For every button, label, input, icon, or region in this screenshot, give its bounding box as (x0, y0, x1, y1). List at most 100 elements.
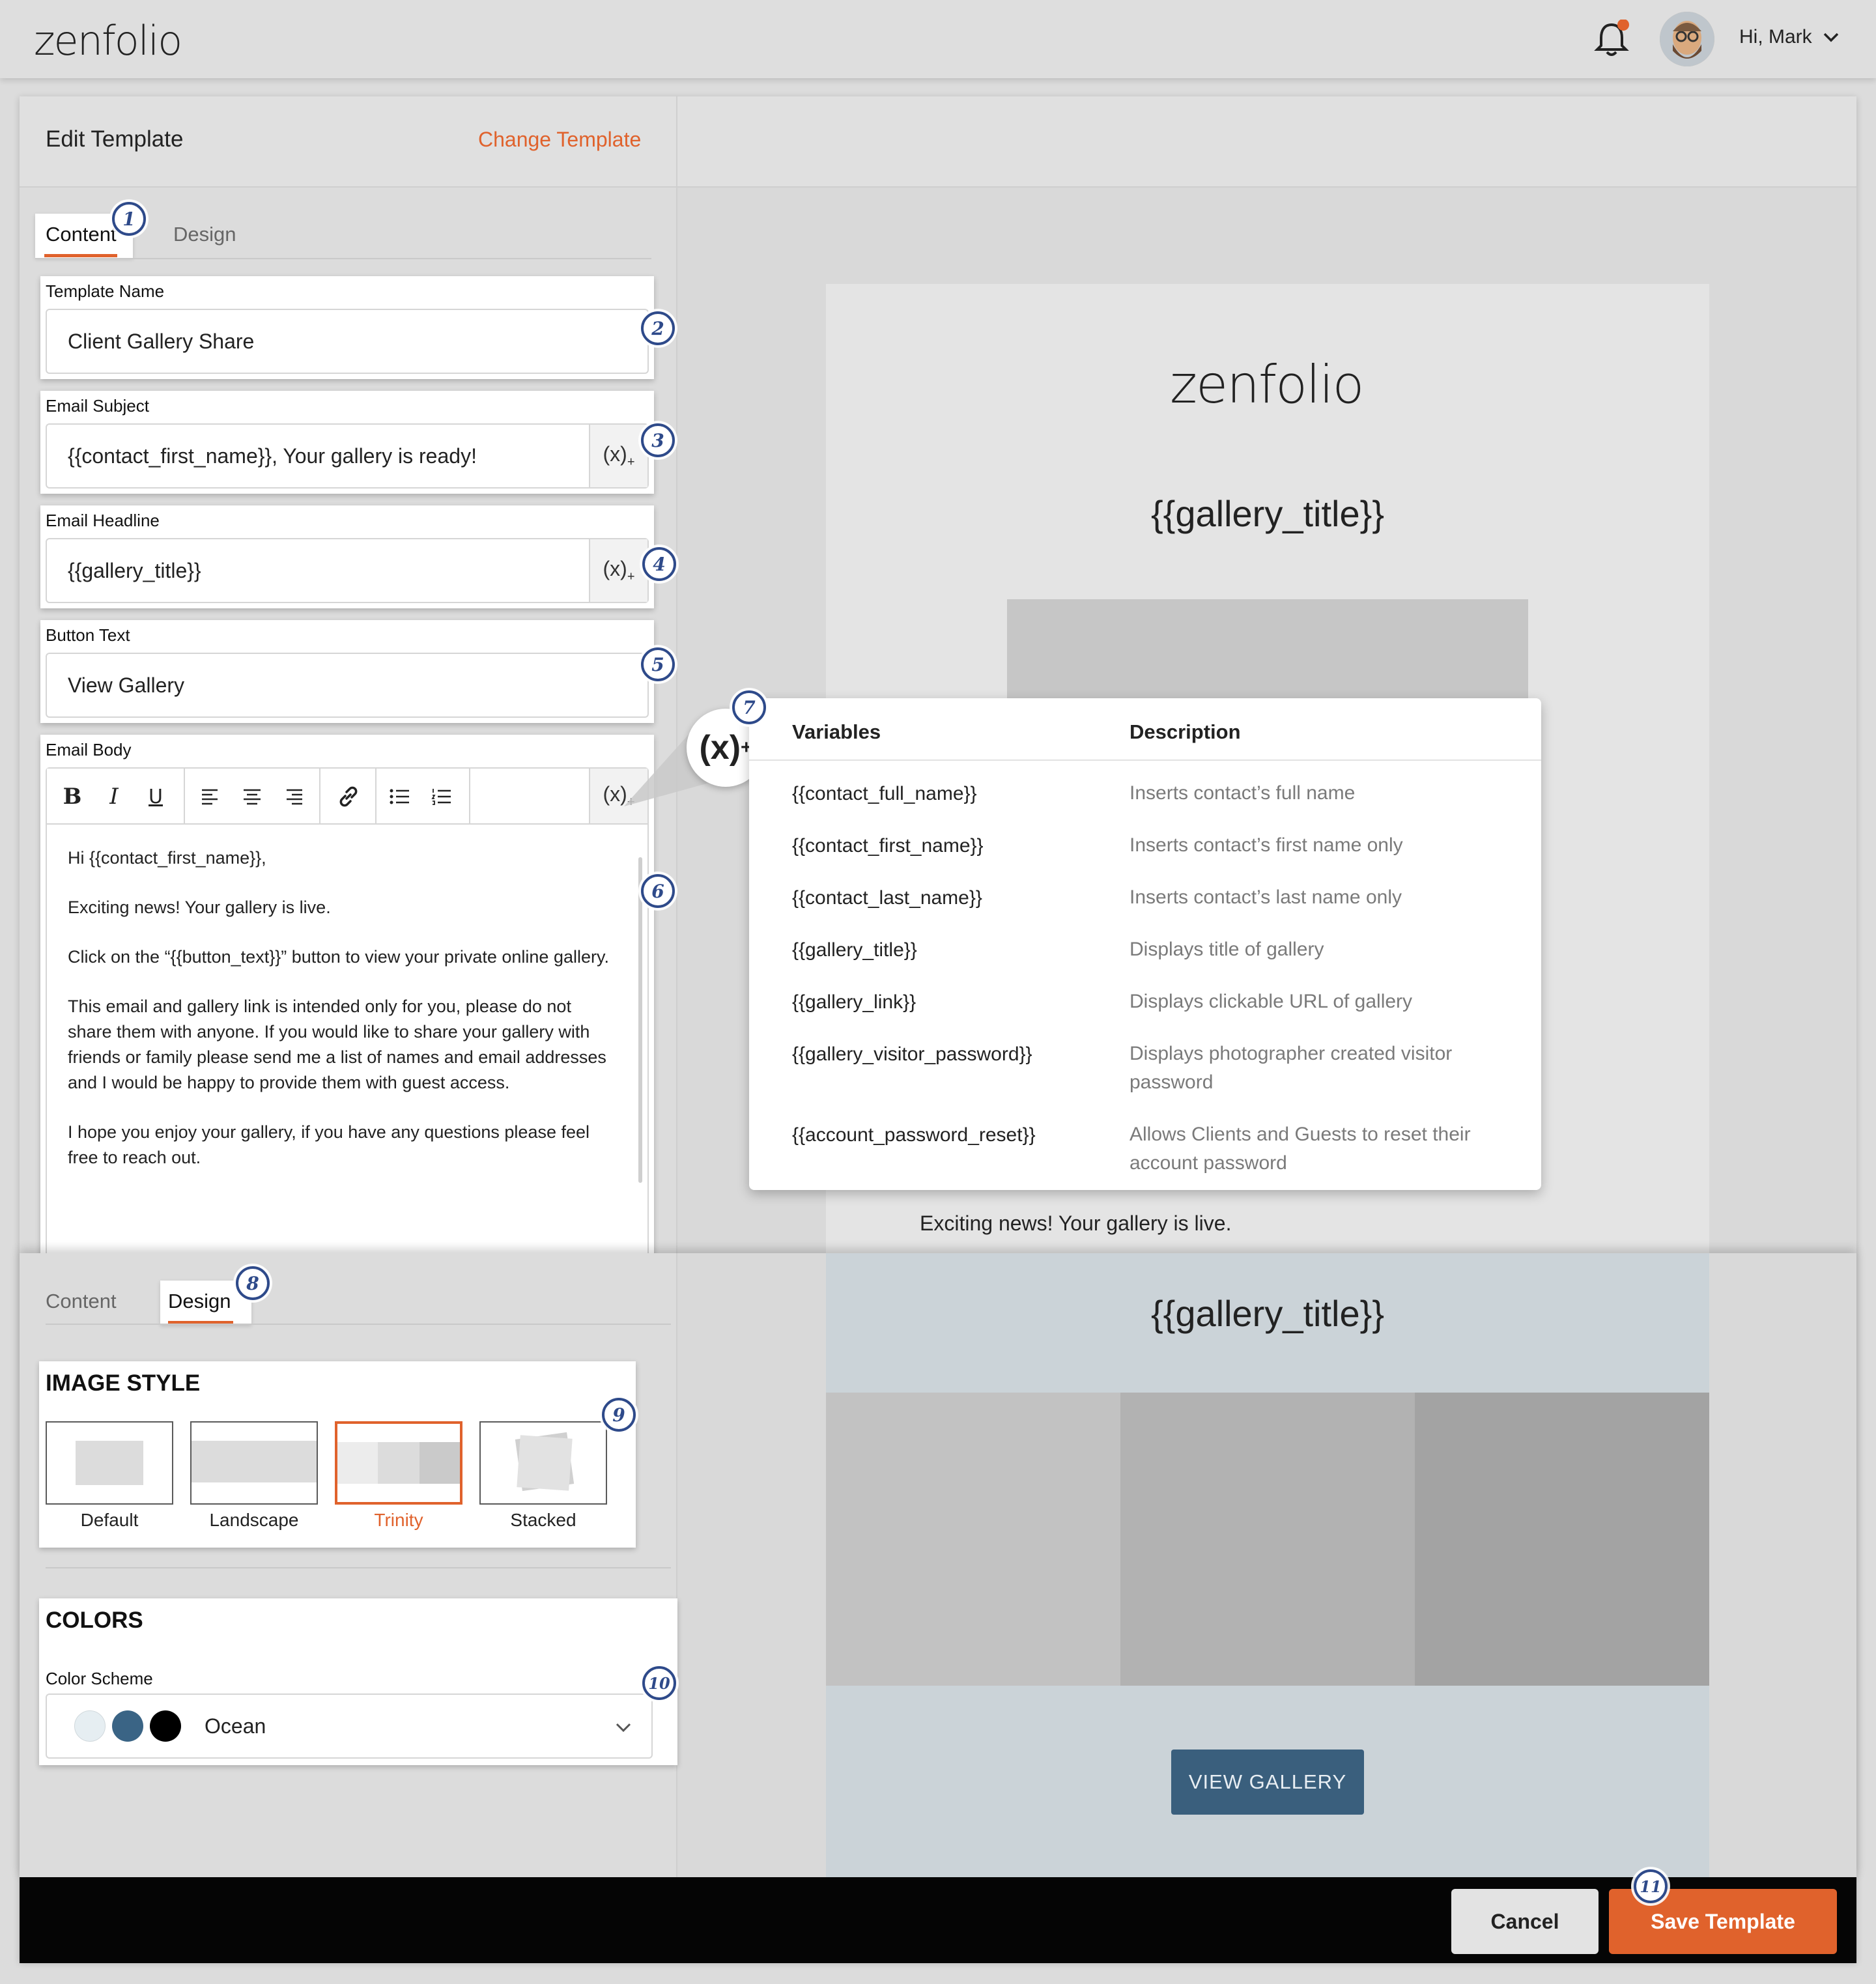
variable-desc: Displays title of gallery (1130, 939, 1324, 960)
style-label-selected: Trinity (374, 1510, 423, 1530)
section-divider (46, 1567, 671, 1568)
view-gallery-button[interactable]: VIEW GALLERY (1171, 1750, 1364, 1815)
tab-content-label: Content (46, 223, 117, 246)
variable-name: {{contact_last_name}} (792, 887, 982, 909)
preview-headline-2: {{gallery_title}} (1150, 1293, 1385, 1334)
default-thumb-shape (76, 1441, 143, 1485)
callout-9: 9 (602, 1398, 636, 1432)
callout-5: 5 (641, 647, 675, 681)
landscape-thumb-shape (192, 1441, 317, 1482)
button-text-card: Button Text View Gallery (40, 620, 654, 723)
variable-desc: Displays photographer created visitor pa… (1130, 1043, 1453, 1093)
align-center-icon[interactable] (242, 788, 262, 808)
numbered-list-icon[interactable] (431, 788, 452, 808)
tab-content-2[interactable]: Content (46, 1290, 117, 1313)
preview-image-placeholder (1007, 599, 1528, 703)
col-variables-header: Variables (792, 720, 881, 743)
variable-name: {{gallery_link}} (792, 991, 917, 1013)
body-paragraph: I hope you enjoy your gallery, if you ha… (68, 1122, 590, 1167)
email-body-editor: B I U (x) Hi {{contact_first_name}}, Exc… (46, 767, 649, 1256)
avatar[interactable] (1660, 12, 1714, 66)
style-option-landscape[interactable]: Landscape (190, 1421, 318, 1545)
preview-headline: {{gallery_title}} (1150, 493, 1385, 534)
insert-variable-button[interactable]: (x)+ (589, 425, 647, 487)
user-greeting[interactable]: Hi, Mark (1739, 26, 1840, 48)
style-option-trinity[interactable]: Trinity (335, 1421, 462, 1545)
template-name-value: Client Gallery Share (68, 329, 255, 353)
top-bar: zenfolio Hi, Mark (0, 0, 1876, 78)
style-option-stacked[interactable]: Stacked (479, 1421, 607, 1545)
bullet-list-icon[interactable] (390, 788, 410, 808)
swatch-light (74, 1710, 106, 1742)
email-subject-label: Email Subject (46, 396, 149, 416)
align-left-icon[interactable] (201, 788, 220, 808)
email-body-label: Email Body (46, 740, 132, 759)
colors-card: COLORS Color Scheme Ocean (39, 1598, 677, 1765)
insert-variable-button[interactable]: (x)+ (589, 539, 647, 602)
trinity-thumb-2 (378, 1442, 419, 1484)
design-preview: {{gallery_title}} VIEW GALLERY (826, 1253, 1709, 1878)
email-headline-value: {{gallery_title}} (68, 558, 201, 582)
body-paragraph: Hi {{contact_first_name}}, (68, 848, 266, 868)
color-scheme-select[interactable]: Ocean (46, 1693, 653, 1759)
body-paragraph: Exciting news! Your gallery is live. (68, 898, 331, 917)
tab-design-label: Design (168, 1290, 231, 1312)
trinity-thumbnail (335, 1421, 462, 1505)
variable-name: {{gallery_visitor_password}} (792, 1043, 1032, 1065)
color-scheme-value: Ocean (205, 1714, 266, 1738)
email-subject-card: Email Subject {{contact_first_name}}, Yo… (40, 391, 654, 494)
cancel-button[interactable]: Cancel (1451, 1889, 1599, 1954)
stacked-thumb-front (517, 1435, 573, 1491)
variable-name: {{contact_full_name}} (792, 783, 977, 804)
bold-button[interactable]: B (56, 780, 89, 813)
email-headline-input[interactable]: {{gallery_title}} (46, 538, 649, 603)
body-paragraph: Click on the “{{button_text}}” button to… (68, 947, 609, 967)
default-thumbnail (46, 1421, 173, 1505)
style-label: Landscape (209, 1510, 299, 1530)
variable-icon: (x)+ (603, 556, 635, 584)
button-text-input[interactable]: View Gallery (46, 653, 649, 718)
preview-logo: zenfolio (1170, 354, 1364, 415)
toolbar-divider (375, 769, 377, 825)
variable-name: {{account_password_reset}} (792, 1124, 1036, 1146)
body-paragraph: This email and gallery link is intended … (68, 997, 606, 1092)
change-template-link[interactable]: Change Template (478, 128, 641, 152)
footer-bar: Cancel Save Template (20, 1877, 1856, 1963)
scrollbar[interactable] (638, 857, 642, 1183)
underline-button[interactable]: U (139, 780, 172, 813)
variable-name: {{contact_first_name}} (792, 835, 984, 857)
link-icon[interactable] (336, 784, 361, 812)
variable-desc: Inserts contact’s full name (1130, 782, 1356, 804)
logo-text: zenfolio (34, 17, 182, 64)
email-subject-value: {{contact_first_name}}, Your gallery is … (68, 444, 477, 468)
colors-title: COLORS (46, 1608, 143, 1633)
preview-body-line: Exciting news! Your gallery is live. (920, 1212, 1232, 1235)
trinity-image-2 (1120, 1393, 1415, 1686)
design-left-panel (20, 1253, 677, 1878)
variable-name: {{gallery_title}} (792, 939, 917, 961)
email-body-text[interactable]: Hi {{contact_first_name}}, Exciting news… (68, 845, 615, 1170)
email-subject-input[interactable]: {{contact_first_name}}, Your gallery is … (46, 423, 649, 489)
callout-2: 2 (641, 311, 675, 345)
user-greeting-text: Hi, Mark (1739, 26, 1812, 48)
zenfolio-logo[interactable]: zenfolio (34, 17, 182, 64)
toolbar-divider (184, 769, 185, 825)
button-text-value: View Gallery (68, 673, 185, 697)
italic-button[interactable]: I (98, 780, 130, 813)
col-description-header: Description (1130, 720, 1241, 743)
callout-6: 6 (641, 874, 675, 908)
tab-design[interactable]: Design (173, 223, 236, 246)
tab-active-underline (44, 254, 117, 257)
color-scheme-label: Color Scheme (46, 1669, 153, 1688)
variable-desc: Allows Clients and Guests to reset their… (1130, 1124, 1471, 1174)
callout-3: 3 (641, 423, 675, 457)
email-headline-label: Email Headline (46, 511, 160, 530)
notification-bell-icon[interactable] (1593, 19, 1630, 59)
style-option-default[interactable]: Default (46, 1421, 173, 1545)
align-right-icon[interactable] (284, 788, 304, 808)
stacked-thumbnail (479, 1421, 607, 1505)
image-style-title: IMAGE STYLE (46, 1370, 201, 1396)
editor-header: Edit Template Change Template (20, 96, 1856, 188)
variable-desc: Inserts contact’s first name only (1130, 834, 1403, 856)
template-name-input[interactable]: Client Gallery Share (46, 309, 649, 374)
